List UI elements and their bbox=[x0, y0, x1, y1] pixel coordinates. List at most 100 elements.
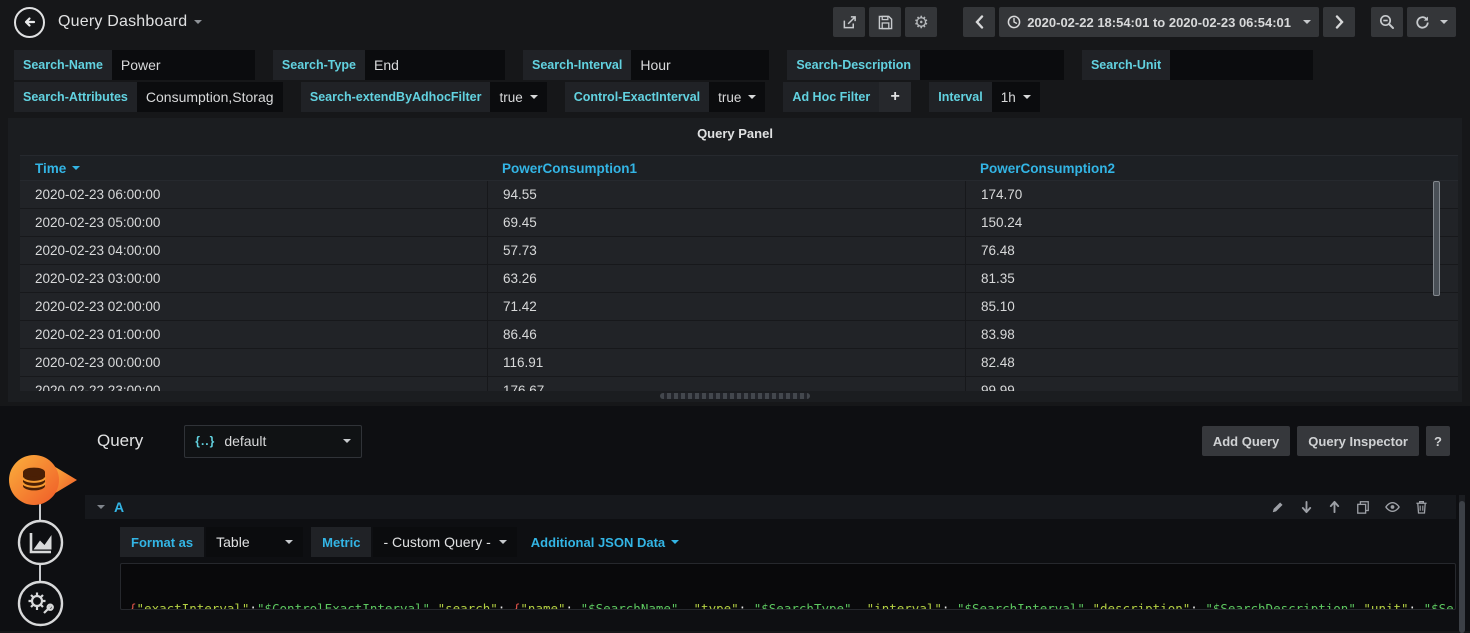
select-caret-icon bbox=[285, 540, 293, 544]
editor-scrollbar-thumb[interactable] bbox=[1459, 501, 1465, 633]
collapse-caret-icon[interactable] bbox=[97, 505, 105, 509]
interval-label: Interval bbox=[929, 82, 991, 112]
general-settings-tab[interactable] bbox=[17, 580, 64, 627]
time-range-caret-icon bbox=[1303, 20, 1311, 24]
zoom-out-icon bbox=[1379, 14, 1395, 30]
back-button[interactable] bbox=[14, 7, 45, 38]
table-row: 2020-02-23 02:00:00 71.42 85.10 bbox=[20, 293, 1458, 321]
select-caret-icon bbox=[1023, 95, 1031, 99]
duplicate-icon[interactable] bbox=[1356, 500, 1370, 514]
toggle-visibility-eye-icon[interactable] bbox=[1385, 501, 1400, 513]
panel-title[interactable]: Query Panel bbox=[8, 118, 1462, 148]
help-button[interactable]: ? bbox=[1426, 426, 1450, 456]
query-options-toolbar: Format as Table Metric - Custom Query - … bbox=[120, 527, 679, 557]
metric-select[interactable]: - Custom Query - bbox=[373, 527, 516, 557]
search-interval-input[interactable] bbox=[631, 50, 769, 80]
time-shift-back-button[interactable] bbox=[963, 7, 995, 37]
move-up-icon[interactable] bbox=[1328, 500, 1341, 514]
datasource-picker[interactable]: {..} default bbox=[184, 425, 362, 458]
value1-cell: 63.26 bbox=[487, 265, 965, 292]
time-shift-forward-button[interactable] bbox=[1323, 7, 1355, 37]
refresh-interval-caret-icon[interactable] bbox=[1440, 20, 1448, 24]
time-cell: 2020-02-23 03:00:00 bbox=[20, 265, 487, 292]
value1-cell: 94.55 bbox=[487, 181, 965, 208]
refresh-icon bbox=[1415, 15, 1430, 30]
zoom-out-button[interactable] bbox=[1371, 7, 1403, 37]
custom-query-editor[interactable]: {"exactInterval":"$ControlExactInterval"… bbox=[120, 563, 1456, 610]
table-row: 2020-02-23 06:00:00 94.55 174.70 bbox=[20, 181, 1458, 209]
value2-cell: 81.35 bbox=[965, 265, 1458, 292]
edit-pencil-icon[interactable] bbox=[1271, 500, 1285, 514]
json-datasource-icon: {..} bbox=[195, 434, 215, 448]
search-type-label: Search-Type bbox=[273, 50, 365, 80]
table-body: 2020-02-23 06:00:00 94.55 174.70 2020-02… bbox=[20, 181, 1458, 391]
save-button[interactable] bbox=[869, 7, 901, 37]
search-interval-label: Search-Interval bbox=[523, 50, 631, 80]
variable-search-name: Search-Name bbox=[14, 50, 255, 80]
value1-cell: 86.46 bbox=[487, 321, 965, 348]
column-header-powerconsumption1[interactable]: PowerConsumption1 bbox=[487, 161, 965, 176]
search-attributes-input[interactable] bbox=[137, 82, 283, 112]
column-header-time[interactable]: Time bbox=[20, 161, 487, 176]
value1-cell: 176.67 bbox=[487, 377, 965, 391]
time-range-picker[interactable]: 2020-02-22 18:54:01 to 2020-02-23 06:54:… bbox=[999, 7, 1319, 37]
adhoc-filter-label: Ad Hoc Filter bbox=[783, 82, 879, 112]
gear-icon: ⚙ bbox=[914, 14, 929, 31]
query-code-line1: {"exactInterval":"$ControlExactInterval"… bbox=[129, 601, 1447, 610]
metric-label: Metric bbox=[311, 527, 371, 557]
dashboard-title[interactable]: Query Dashboard bbox=[58, 13, 187, 31]
title-caret-icon[interactable] bbox=[194, 20, 202, 24]
move-down-icon[interactable] bbox=[1300, 500, 1313, 514]
query-inspector-button[interactable]: Query Inspector bbox=[1297, 426, 1419, 456]
variable-search-attributes: Search-Attributes bbox=[14, 82, 283, 112]
datasource-value: default bbox=[224, 433, 266, 449]
table: Time PowerConsumption1 PowerConsumption2… bbox=[20, 155, 1458, 391]
format-as-select[interactable]: Table bbox=[206, 527, 303, 557]
visualization-tab[interactable] bbox=[17, 519, 64, 566]
search-description-input[interactable] bbox=[920, 50, 1064, 80]
interval-select[interactable]: 1h bbox=[992, 82, 1040, 112]
search-name-label: Search-Name bbox=[14, 50, 112, 80]
value2-cell: 85.10 bbox=[965, 293, 1458, 320]
adhoc-filter-add-button[interactable]: + bbox=[879, 82, 911, 112]
queries-tab[interactable] bbox=[6, 452, 80, 508]
time-cell: 2020-02-23 02:00:00 bbox=[20, 293, 487, 320]
column-header-powerconsumption2[interactable]: PowerConsumption2 bbox=[965, 161, 1458, 176]
query-ref-id[interactable]: A bbox=[114, 499, 124, 515]
additional-json-data-toggle[interactable]: Additional JSON Data bbox=[531, 535, 679, 550]
plus-icon: + bbox=[891, 88, 900, 106]
variable-search-extend-by-adhoc-filter: Search-extendByAdhocFilter true bbox=[301, 82, 547, 112]
search-unit-input[interactable] bbox=[1170, 50, 1313, 80]
add-query-button[interactable]: Add Query bbox=[1202, 426, 1290, 456]
format-as-label: Format as bbox=[120, 527, 204, 557]
search-extend-label: Search-extendByAdhocFilter bbox=[301, 82, 491, 112]
refresh-button[interactable] bbox=[1407, 7, 1456, 37]
search-description-label: Search-Description bbox=[787, 50, 920, 80]
search-type-input[interactable] bbox=[365, 50, 505, 80]
delete-trash-icon[interactable] bbox=[1415, 500, 1428, 514]
panel-resize-handle[interactable] bbox=[660, 393, 810, 399]
search-unit-label: Search-Unit bbox=[1082, 50, 1170, 80]
time-cell: 2020-02-23 04:00:00 bbox=[20, 237, 487, 264]
share-button[interactable] bbox=[833, 7, 865, 37]
time-cell: 2020-02-23 01:00:00 bbox=[20, 321, 487, 348]
control-exact-interval-label: Control-ExactInterval bbox=[565, 82, 709, 112]
table-scrollbar[interactable] bbox=[1433, 181, 1440, 296]
search-name-input[interactable] bbox=[112, 50, 255, 80]
table-row: 2020-02-23 03:00:00 63.26 81.35 bbox=[20, 265, 1458, 293]
time-cell: 2020-02-22 23:00:00 bbox=[20, 377, 487, 391]
gear-wrench-icon bbox=[17, 580, 64, 627]
chevron-left-icon bbox=[975, 15, 984, 29]
sort-desc-icon bbox=[72, 166, 80, 170]
value1-cell: 116.91 bbox=[487, 349, 965, 376]
select-caret-icon bbox=[499, 540, 507, 544]
table-row: 2020-02-23 00:00:00 116.91 82.48 bbox=[20, 349, 1458, 377]
search-extend-select[interactable]: true bbox=[490, 82, 546, 112]
variable-search-type: Search-Type bbox=[273, 50, 505, 80]
dashboard-settings-button[interactable]: ⚙ bbox=[905, 7, 937, 37]
value2-cell: 83.98 bbox=[965, 321, 1458, 348]
control-exact-interval-select[interactable]: true bbox=[709, 82, 765, 112]
table-row: 2020-02-23 01:00:00 86.46 83.98 bbox=[20, 321, 1458, 349]
value1-cell: 71.42 bbox=[487, 293, 965, 320]
value2-cell: 76.48 bbox=[965, 237, 1458, 264]
